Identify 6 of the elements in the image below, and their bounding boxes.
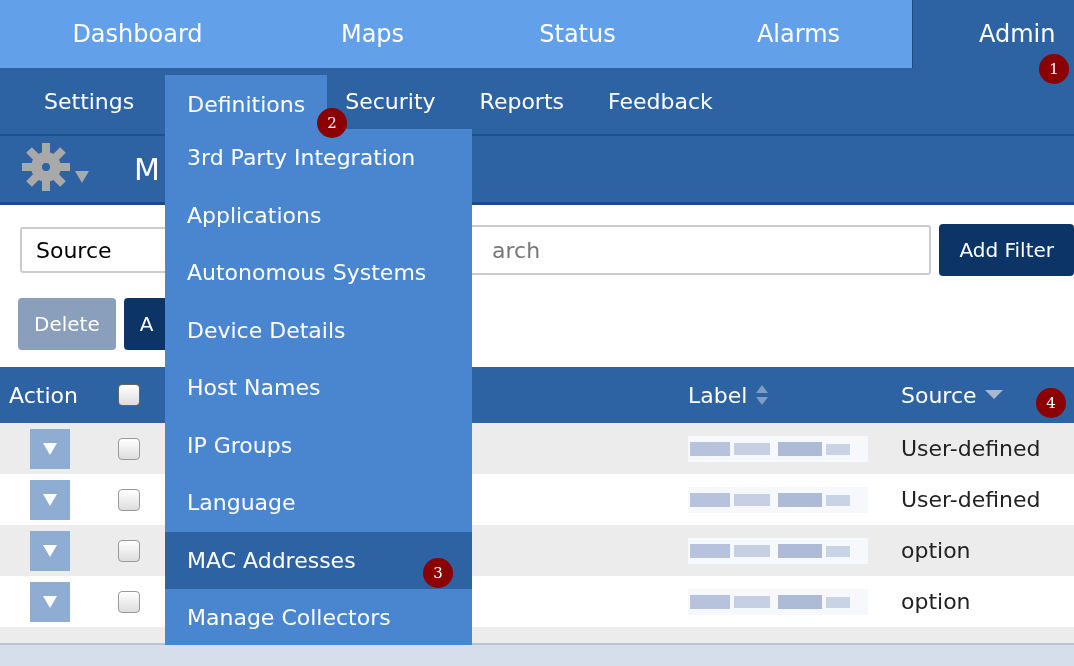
page-title: M xyxy=(134,151,160,187)
table-cell: option xyxy=(901,589,971,614)
table-cell: User-defined xyxy=(901,436,1041,461)
column-header: Action xyxy=(9,382,78,408)
table-cell: User-defined xyxy=(901,487,1041,512)
table-cell: option xyxy=(901,538,971,563)
